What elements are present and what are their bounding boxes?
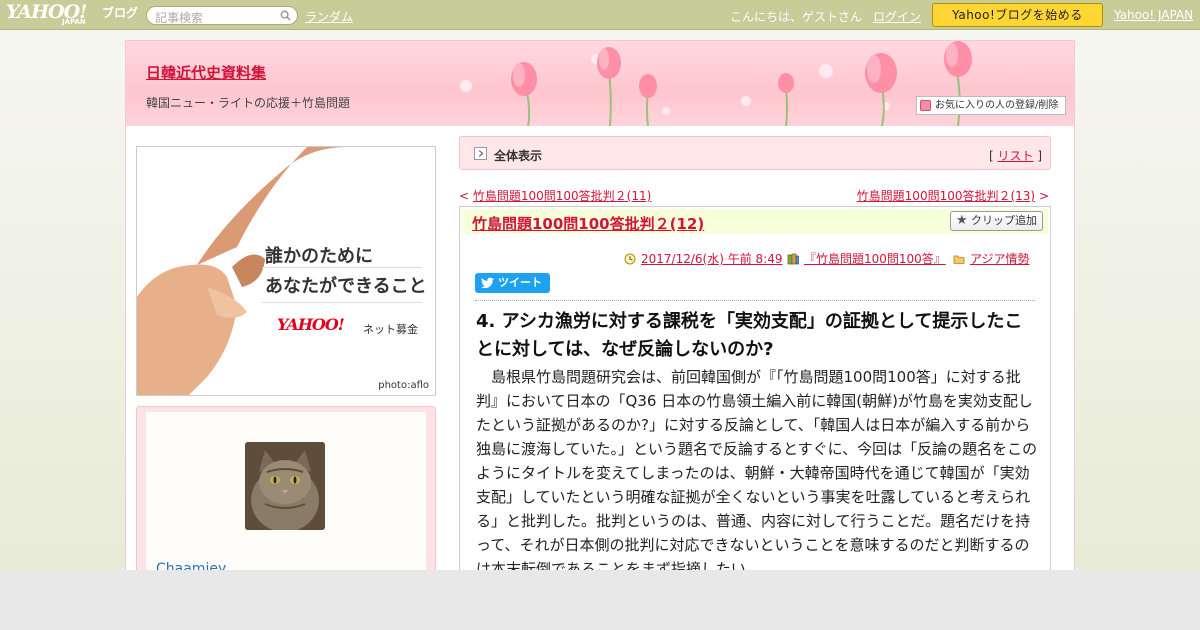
book-icon	[787, 253, 799, 265]
article-body: 島根県竹島問題研究会は、前回韓国側が『「竹島問題100問100答」に対する批判』…	[476, 368, 1038, 578]
search-icon[interactable]	[280, 10, 291, 21]
start-blog-button[interactable]: Yahoo!ブログを始める	[932, 3, 1103, 27]
twitter-bird-icon	[481, 277, 494, 289]
article-header: 竹島問題100問100答批判２(12) ★ クリップ追加	[462, 209, 1048, 234]
top-bar: YAHOO! JAPAN ブログ 記事検索 ランダム こんにちは、ゲストさん ロ…	[0, 0, 1200, 30]
article-heading: 4. アシカ漁労に対する課税を「実効支配」の証拠として提示したことに対しては、な…	[476, 311, 1023, 360]
next-article-title: 竹島問題100問100答批判２(13)	[856, 189, 1036, 203]
prev-article-link[interactable]: < 竹島問題100問100答批判２(11)	[459, 187, 651, 204]
banner-line2: あなたができること	[265, 276, 427, 297]
logo-blog: ブログ	[102, 6, 139, 20]
yahoo-blog-logo[interactable]: YAHOO! JAPAN ブログ	[6, 3, 142, 27]
article-date[interactable]: 2017/12/6(水) 午前 8:49	[624, 250, 782, 267]
favorite-label: お気に入りの人の登録/削除	[935, 100, 1059, 111]
article-category-text: アジア情勢	[970, 252, 1030, 266]
greeting-text: こんにちは、ゲストさん	[730, 10, 863, 24]
article-category[interactable]: アジア情勢	[953, 250, 1030, 267]
logo-sub: JAPAN	[62, 18, 86, 26]
cat-avatar-image	[245, 442, 325, 530]
yahoo-japan-link[interactable]: Yahoo! JAPAN	[1114, 8, 1193, 22]
profile-inner: Chaamiey	[146, 412, 426, 587]
prev-article-title: 竹島問題100問100答批判２(11)	[472, 189, 652, 203]
banner-rule	[262, 267, 422, 268]
list-link[interactable]: リスト	[997, 149, 1033, 163]
next-article-link[interactable]: 竹島問題100問100答批判２(13) >	[857, 187, 1049, 204]
login-link[interactable]: ログイン	[873, 8, 921, 25]
blog-description: 韓国ニュー・ライトの応援＋竹島問題	[146, 96, 351, 110]
full-view-bar: 全体表示 [ リスト ]	[459, 136, 1051, 170]
favorite-icon	[920, 100, 931, 111]
banner-brand-sub: ネット募金	[363, 323, 418, 336]
tweet-button[interactable]: ツイート	[475, 273, 550, 293]
clock-icon	[624, 253, 636, 265]
full-view-link[interactable]: 全体表示	[494, 147, 542, 164]
clip-add-label: クリップ追加	[971, 214, 1037, 227]
article-date-text: 2017/12/6(水) 午前 8:49	[641, 252, 783, 266]
banner-line1: 誰かのために	[265, 246, 373, 267]
random-link[interactable]: ランダム	[305, 8, 353, 25]
arrow-right-icon	[474, 147, 487, 160]
article-divider	[475, 300, 1035, 301]
bottom-band	[0, 570, 1200, 630]
banner-brand: YAHOO!	[277, 315, 345, 334]
prev-arrow: <	[459, 189, 473, 203]
next-arrow: >	[1035, 189, 1049, 203]
article: 竹島問題100問100答批判２(12) ★ クリップ追加 2017/12/6(水…	[459, 206, 1051, 586]
favorite-button[interactable]: お気に入りの人の登録/削除	[916, 96, 1066, 115]
avatar[interactable]	[245, 442, 325, 530]
blog-container: 日韓近代史資料集 韓国ニュー・ライトの応援＋竹島問題 お気に入りの人の登録/削除…	[125, 40, 1075, 587]
folder-icon	[953, 255, 965, 264]
article-book-text: 『竹島問題100問100答』	[804, 252, 946, 266]
blog-title[interactable]: 日韓近代史資料集	[146, 62, 266, 83]
profile-box: Chaamiey	[136, 406, 436, 587]
article-book[interactable]: 『竹島問題100問100答』	[787, 250, 946, 267]
article-title[interactable]: 竹島問題100問100答批判２(12)	[472, 213, 704, 234]
star-icon: ★	[956, 213, 968, 228]
search-placeholder: 記事検索	[155, 11, 204, 25]
banner-credit: photo:aflo	[378, 380, 429, 391]
blog-header: 日韓近代史資料集 韓国ニュー・ライトの応援＋竹島問題 お気に入りの人の登録/削除	[126, 41, 1074, 126]
clip-add-button[interactable]: ★ クリップ追加	[950, 211, 1043, 231]
list-bracket-close: ]	[1033, 149, 1042, 163]
search-input[interactable]: 記事検索	[146, 6, 298, 25]
tweet-label: ツイート	[498, 276, 542, 289]
charity-banner[interactable]: 誰かのために あなたができること YAHOO! ネット募金 photo:aflo	[136, 146, 436, 396]
banner-rule	[262, 302, 422, 303]
list-link-wrapper: [ リスト ]	[989, 147, 1042, 164]
